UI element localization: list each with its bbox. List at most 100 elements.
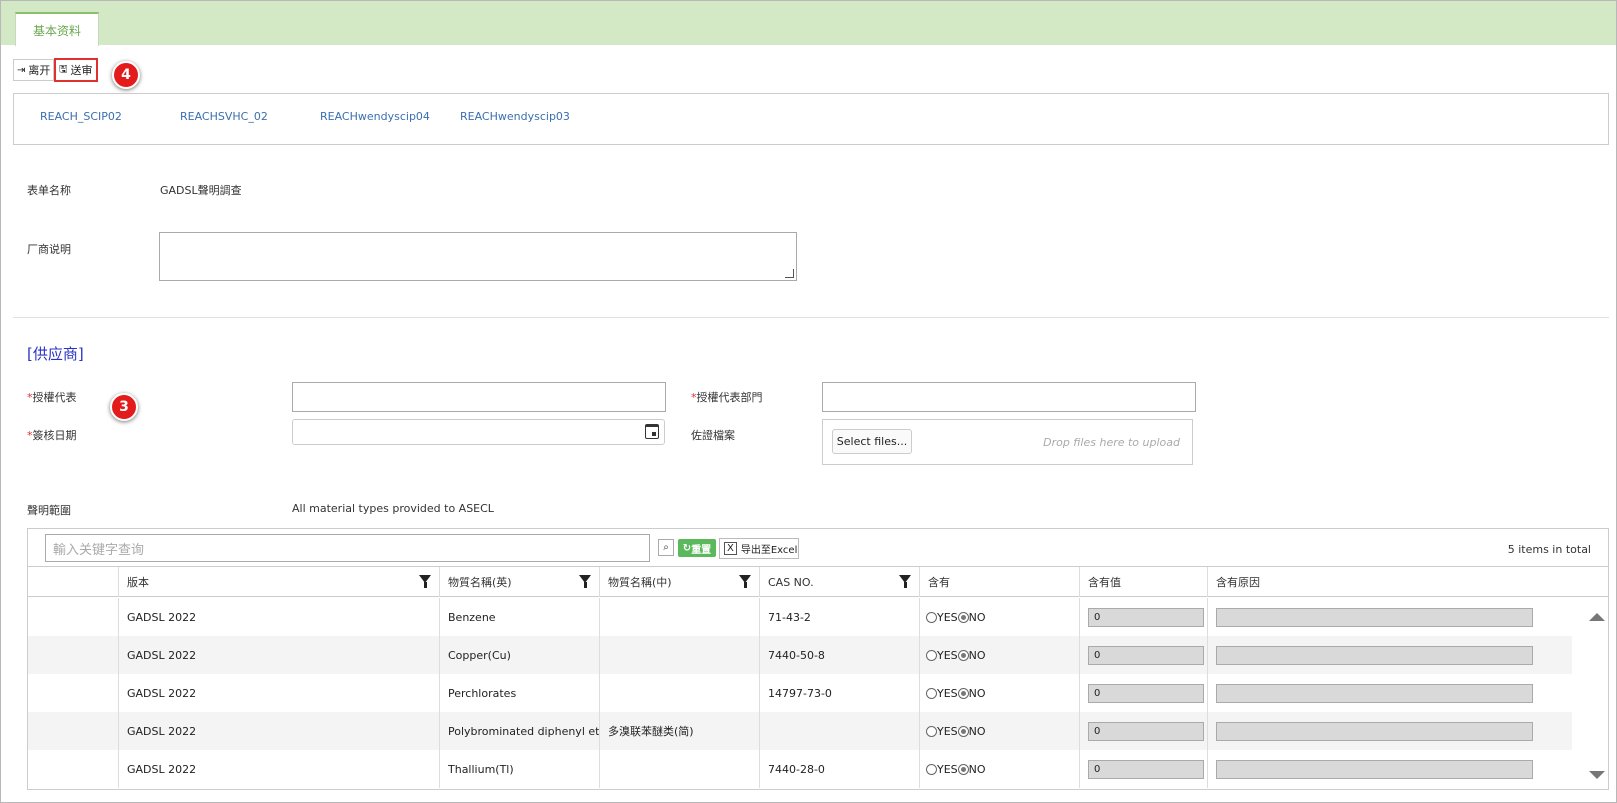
cell-version: GADSL 2022 — [118, 598, 439, 636]
yes-radio[interactable] — [926, 725, 937, 737]
table-row[interactable]: GADSL 2022 Perchlorates 14797-73-0 YES NO… — [28, 674, 1572, 712]
submit-review-button[interactable]: 🖫 送审 — [54, 58, 98, 82]
reset-button[interactable]: ↻ 重置 — [678, 539, 716, 557]
cell-cas: 7440-28-0 — [759, 750, 919, 788]
value-input[interactable]: 0 — [1088, 759, 1204, 779]
exit-icon: ⇥ — [17, 64, 26, 76]
cell-name-cn — [599, 750, 759, 788]
vendor-note-label: 厂商说明 — [27, 243, 71, 256]
value-input[interactable]: 0 — [1088, 645, 1204, 665]
col-version-label: 版本 — [127, 576, 149, 589]
no-radio[interactable] — [957, 725, 969, 737]
select-files-button[interactable]: Select files... — [832, 429, 912, 454]
col-value[interactable]: 含有值 — [1079, 567, 1207, 597]
calendar-icon[interactable] — [645, 424, 659, 439]
search-placeholder: 輸入关键字查询 — [53, 542, 145, 558]
scope-label: 聲明範圍 — [27, 504, 71, 517]
link-reachsvhc-02[interactable]: REACHSVHC_02 — [180, 110, 268, 123]
resize-grip-icon[interactable] — [785, 269, 794, 278]
cell-cas: 7440-50-8 — [759, 636, 919, 674]
scope-value: All material types provided to ASECL — [292, 502, 494, 515]
row-select-cell[interactable] — [28, 712, 118, 750]
cell-cas: 71-43-2 — [759, 598, 919, 636]
row-select-cell[interactable] — [28, 750, 118, 788]
col-contains-label: 含有 — [928, 576, 950, 589]
yes-radio[interactable] — [926, 649, 937, 661]
col-version[interactable]: 版本 — [118, 567, 439, 597]
value-input[interactable]: 0 — [1088, 607, 1204, 627]
divider — [13, 317, 1609, 318]
yes-radio[interactable] — [926, 763, 937, 775]
no-label: NO — [968, 724, 986, 738]
col-cas[interactable]: CAS NO. — [759, 567, 919, 597]
table-row[interactable]: GADSL 2022 Thallium(Tl) 7440-28-0 YES NO … — [28, 750, 1572, 788]
col-contains[interactable]: 含有 — [919, 567, 1079, 597]
cell-reason — [1207, 712, 1572, 750]
no-radio[interactable] — [957, 611, 969, 623]
row-select-cell[interactable] — [28, 674, 118, 712]
yes-label: YES — [937, 648, 958, 662]
col-reason[interactable]: 含有原因 — [1207, 567, 1527, 597]
col-name-en[interactable]: 物質名稱(英) — [439, 567, 599, 597]
yes-radio[interactable] — [926, 687, 937, 699]
no-radio[interactable] — [957, 687, 969, 699]
no-label: NO — [968, 610, 986, 624]
reason-input[interactable] — [1216, 721, 1533, 741]
cell-name-en: Benzene — [439, 598, 599, 636]
row-select-cell[interactable] — [28, 598, 118, 636]
cell-value: 0 — [1079, 712, 1207, 750]
grid-toolbar: 輸入关键字查询 ⌕ ↻ 重置 X 导出至Excel 5 items in total — [28, 529, 1608, 567]
evidence-label: 佐證檔案 — [691, 429, 735, 442]
row-select-cell[interactable] — [28, 636, 118, 674]
cell-name-cn — [599, 598, 759, 636]
exit-button[interactable]: ⇥ 离开 — [13, 59, 55, 81]
no-label: NO — [968, 648, 986, 662]
col-name-cn[interactable]: 物質名稱(中) — [599, 567, 759, 597]
tab-basic-info[interactable]: 基本资料 — [15, 12, 99, 46]
filter-icon[interactable] — [419, 575, 431, 588]
reason-input[interactable] — [1216, 607, 1533, 627]
file-upload-zone[interactable]: Select files... Drop files here to uploa… — [822, 419, 1193, 465]
no-radio[interactable] — [957, 649, 969, 661]
no-radio[interactable] — [957, 763, 969, 775]
col-name-cn-label: 物質名稱(中) — [608, 576, 672, 589]
cell-value: 0 — [1079, 636, 1207, 674]
col-value-label: 含有值 — [1088, 576, 1121, 589]
grid-search-input[interactable]: 輸入关键字查询 — [45, 534, 650, 562]
rep-dept-input[interactable] — [822, 382, 1196, 412]
reason-input[interactable] — [1216, 759, 1533, 779]
filter-icon[interactable] — [739, 575, 751, 588]
cell-contains: YES NO — [919, 674, 1079, 712]
submit-label: 送审 — [70, 64, 93, 77]
exit-label: 离开 — [28, 64, 51, 77]
cell-value: 0 — [1079, 750, 1207, 788]
value-input[interactable]: 0 — [1088, 683, 1204, 703]
yes-label: YES — [937, 686, 958, 700]
cell-name-cn — [599, 636, 759, 674]
scroll-up-icon[interactable] — [1589, 613, 1605, 621]
reason-input[interactable] — [1216, 683, 1533, 703]
vendor-note-textarea[interactable] — [159, 232, 797, 281]
link-reach-scip02[interactable]: REACH_SCIP02 — [40, 110, 122, 123]
excel-icon: X — [724, 542, 737, 555]
link-reachwendyscip03[interactable]: REACHwendyscip03 — [460, 110, 570, 123]
value-input[interactable]: 0 — [1088, 721, 1204, 741]
search-icon[interactable]: ⌕ — [658, 539, 674, 556]
table-row[interactable]: GADSL 2022 Benzene 71-43-2 YES NO 0 — [28, 598, 1572, 636]
table-row[interactable]: GADSL 2022 Copper(Cu) 7440-50-8 YES NO 0 — [28, 636, 1572, 674]
rep-input[interactable] — [292, 382, 666, 412]
export-label: 导出至Excel — [740, 545, 798, 556]
reason-input[interactable] — [1216, 645, 1533, 665]
export-excel-button[interactable]: X 导出至Excel — [719, 538, 799, 559]
yes-label: YES — [937, 762, 958, 776]
sign-date-input[interactable] — [292, 419, 665, 445]
scroll-down-icon[interactable] — [1589, 771, 1605, 779]
reset-label: 重置 — [691, 544, 712, 556]
yes-radio[interactable] — [926, 611, 937, 623]
filter-icon[interactable] — [579, 575, 591, 588]
filter-icon[interactable] — [899, 575, 911, 588]
link-reachwendyscip04[interactable]: REACHwendyscip04 — [320, 110, 430, 123]
table-row[interactable]: GADSL 2022 Polybrominated diphenyl ether… — [28, 712, 1572, 750]
cell-cas: 14797-73-0 — [759, 674, 919, 712]
cell-name-cn — [599, 674, 759, 712]
